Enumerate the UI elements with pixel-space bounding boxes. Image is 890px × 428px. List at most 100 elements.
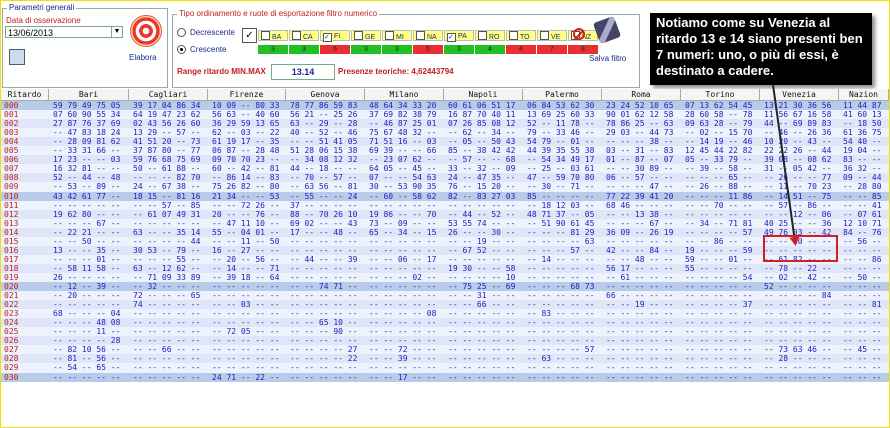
checkbox-icon[interactable] xyxy=(540,31,549,40)
target-icon[interactable] xyxy=(130,15,162,47)
wheel-checkbox-to[interactable]: TO xyxy=(506,30,536,41)
save-filter-button[interactable]: Salva filtro xyxy=(589,54,626,63)
checkbox-icon[interactable] xyxy=(478,31,487,40)
column-header[interactable]: Milano xyxy=(365,89,444,100)
column-header[interactable]: Genova xyxy=(286,89,365,100)
date-value: 13/06/2013 xyxy=(8,28,54,38)
table-row: 028 -- 81 -- 56 -- -- -- -- -- -- -- -- -- … xyxy=(1,354,889,364)
numbers-cell: 07 26 85 08 12 xyxy=(448,119,516,129)
checkbox-icon[interactable] xyxy=(261,31,270,40)
numbers-cell: -- -- -- -- -- xyxy=(606,318,674,328)
numbers-cell: -- 26 -- -- 77 xyxy=(764,173,832,183)
wheel-checkbox-na[interactable]: NA xyxy=(413,30,443,41)
range-input[interactable]: 13.14 xyxy=(271,64,335,80)
delay-cell: 030 xyxy=(4,372,19,382)
checkbox-icon[interactable] xyxy=(292,31,301,40)
column-header[interactable]: Bari xyxy=(49,89,129,100)
numbers-cell: 03 -- 31 -- 83 xyxy=(606,146,674,156)
numbers-cell: 06 -- 57 -- -- xyxy=(606,173,674,183)
numbers-cell: -- -- 30 89 -- xyxy=(606,164,674,174)
numbers-cell: -- 14 -- -- -- xyxy=(527,254,595,264)
numbers-cell: 76 -- 15 20 -- xyxy=(448,182,516,192)
numbers-cell: 30 53 -- 79 -- xyxy=(133,245,201,255)
numbers-cell: -- -- 11 -- 50 xyxy=(212,236,280,246)
numbers-cell: 69 39 -- -- 66 xyxy=(369,146,437,156)
wheel-checkbox-fi[interactable]: ✓ FI xyxy=(320,30,350,42)
column-header[interactable]: Napoli xyxy=(444,89,523,100)
numbers-cell: -- 63 56 -- 81 xyxy=(290,182,358,192)
column-header[interactable]: Nazion xyxy=(839,89,889,100)
numbers-cell: -- 39 18 -- 64 xyxy=(212,272,280,282)
numbers-cell: -- -- 65 10 -- xyxy=(290,318,358,328)
wheel-checkbox-pa[interactable]: ✓ PA xyxy=(444,30,474,42)
numbers-cell: -- -- -- -- -- xyxy=(448,354,516,364)
checkbox-icon[interactable] xyxy=(354,31,363,40)
numbers-cell: -- -- -- xyxy=(843,309,882,319)
radio-crescente[interactable]: Crescente xyxy=(177,45,226,55)
numbers-cell: -- -- -- -- -- xyxy=(685,372,753,382)
chevron-down-icon[interactable]: ▼ xyxy=(111,27,122,37)
wheel-checkbox-ca[interactable]: CA xyxy=(289,30,319,41)
checkbox-checked-icon[interactable]: ✓ xyxy=(323,33,332,42)
numbers-cell: 26 -- -- 30 -- xyxy=(448,227,516,237)
numbers-cell: -- -- -- -- -- xyxy=(212,354,280,364)
wheel-checkbox-ge[interactable]: GE xyxy=(351,30,381,41)
column-header[interactable]: Cagliari xyxy=(129,89,208,100)
wheel-checkbox-ve[interactable]: VE xyxy=(537,30,567,41)
numbers-cell: -- 02 -- 42 -- xyxy=(764,272,832,282)
table-row: 022 -- -- -- -- -- 74 -- -- -- -- -- -- 03 … xyxy=(1,300,889,310)
column-header[interactable]: Ritardo xyxy=(1,89,49,100)
numbers-cell: 16 32 81 -- -- xyxy=(53,164,121,174)
numbers-cell: -- 71 09 33 89 xyxy=(133,272,201,282)
numbers-cell: -- 46 -- 26 36 xyxy=(764,128,832,138)
wheel-label: TO xyxy=(520,34,530,41)
numbers-cell: -- -- -- -- -- xyxy=(685,354,753,364)
radio-icon[interactable] xyxy=(177,28,186,38)
numbers-cell: -- 54 34 49 17 xyxy=(527,155,595,165)
checkbox-checked-icon[interactable]: ✓ xyxy=(447,33,456,42)
numbers-cell: -- 33 31 66 -- xyxy=(53,146,121,156)
numbers-cell: 65 -- 34 -- 15 xyxy=(369,227,437,237)
column-header[interactable]: Firenze xyxy=(208,89,286,100)
numbers-cell: -- -- -- xyxy=(843,282,882,291)
numbers-cell: 17 23 -- -- 03 xyxy=(53,155,121,165)
radio-decrescente[interactable]: Decrescente xyxy=(177,28,235,38)
column-header[interactable]: Palermo xyxy=(523,89,602,100)
numbers-cell: 78 77 86 59 83 xyxy=(290,101,358,110)
numbers-cell: 12 45 44 22 82 xyxy=(685,146,753,156)
checkbox-icon[interactable] xyxy=(416,31,425,40)
numbers-cell: 22 22 26 -- 44 xyxy=(764,146,832,156)
elabora-button[interactable]: Elabora xyxy=(129,53,157,62)
wheel-checkbox-mi[interactable]: MI xyxy=(382,30,412,41)
checkbox-icon[interactable] xyxy=(509,31,518,40)
clear-filter-icon[interactable] xyxy=(573,28,585,40)
numbers-cell: -- -- -- -- -- xyxy=(606,282,674,291)
numbers-cell: 41 51 20 -- 73 xyxy=(133,137,201,147)
annotation-callout: Notiamo come su Venezia al ritardo 13 e … xyxy=(650,13,872,85)
numbers-cell: -- 18 50 xyxy=(843,119,882,129)
checkbox-icon[interactable] xyxy=(385,31,394,40)
numbers-cell: -- -- -- -- -- xyxy=(448,363,516,373)
numbers-cell: -- -- -- -- -- xyxy=(212,309,280,319)
column-header[interactable]: Roma xyxy=(602,89,681,100)
delay-cell: 022 xyxy=(4,300,19,310)
numbers-cell: -- -- -- -- 10 xyxy=(448,272,516,282)
numbers-cell: -- 20 -- 56 -- xyxy=(212,254,280,264)
numbers-cell: -- -- -- 67 -- xyxy=(53,218,121,228)
numbers-cell: -- -- -- -- -- xyxy=(369,200,437,210)
radio-selected-icon[interactable] xyxy=(177,45,186,55)
numbers-cell: -- -- -- -- -- xyxy=(527,291,595,301)
printer-icon[interactable] xyxy=(9,49,25,65)
column-header[interactable]: Torino xyxy=(681,89,760,100)
table-row: 024 -- -- -- 48 08 -- -- -- -- -- -- -- -- … xyxy=(1,318,889,328)
wheel-checkbox-ba[interactable]: BA xyxy=(258,30,288,41)
date-select[interactable]: 13/06/2013 ▼ xyxy=(5,26,123,38)
numbers-cell: 13 69 25 60 33 xyxy=(527,110,595,120)
numbers-cell: -- -- -- -- -- xyxy=(764,363,832,373)
numbers-cell: -- -- -- -- 57 xyxy=(527,345,595,355)
check-all-button[interactable]: ✓ xyxy=(242,28,257,43)
wheel-count: 3 xyxy=(289,45,319,54)
numbers-cell: -- 23 07 62 -- xyxy=(369,155,437,165)
wheel-checkbox-ro[interactable]: RO xyxy=(475,30,505,41)
numbers-cell: 85 -- 38 42 42 xyxy=(448,146,516,156)
